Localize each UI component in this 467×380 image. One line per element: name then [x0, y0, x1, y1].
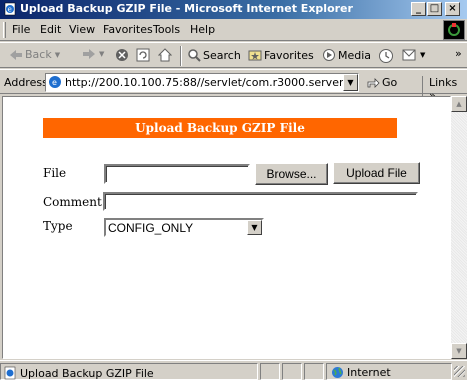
status-panel-1 — [260, 363, 280, 380]
mail-icon — [402, 49, 416, 61]
page-heading: Upload Backup GZIP File — [43, 118, 397, 138]
menu-view[interactable]: View — [69, 23, 95, 36]
forward-button[interactable]: ▼ — [82, 48, 104, 60]
media-button[interactable]: Media — [322, 48, 371, 62]
minimize-button[interactable]: _ — [411, 2, 426, 16]
toolbar-overflow[interactable]: » — [455, 47, 462, 60]
history-icon — [379, 49, 393, 63]
file-label: File — [43, 166, 67, 180]
back-dropdown-icon[interactable]: ▼ — [55, 51, 60, 59]
vertical-scrollbar[interactable]: ▲ ▼ — [451, 96, 467, 359]
stop-icon — [116, 49, 128, 61]
menu-favorites[interactable]: Favorites — [103, 23, 153, 36]
back-label: Back — [25, 48, 52, 61]
home-button[interactable] — [158, 48, 172, 62]
links-label: Links — [429, 76, 458, 89]
forward-dropdown-icon[interactable]: ▼ — [99, 50, 104, 58]
comment-input[interactable] — [103, 192, 418, 211]
address-bar: Address e http://200.10.100.75:88//servl… — [0, 69, 467, 102]
scroll-up-button[interactable]: ▲ — [451, 96, 467, 112]
media-label: Media — [338, 48, 372, 62]
status-zone-panel: Internet — [326, 363, 452, 380]
address-label: Address — [4, 76, 48, 89]
refresh-icon — [136, 48, 150, 62]
type-select-value: CONFIG_ONLY — [108, 221, 194, 235]
maximize-button[interactable]: □ — [427, 2, 442, 16]
menu-file[interactable]: File — [12, 23, 30, 36]
type-label: Type — [43, 219, 73, 233]
status-text: Upload Backup GZIP File — [20, 366, 154, 380]
ie-page-icon — [4, 366, 16, 380]
toolbar-separator — [180, 46, 182, 66]
standard-toolbar: Back ▼ ▼ Search Favorites Media ▼ » — [0, 42, 467, 68]
chevron-down-icon[interactable]: ▼ — [247, 220, 262, 235]
ie-logo-icon — [443, 20, 465, 40]
status-zone-wrap: Internet — [331, 366, 391, 379]
mail-dropdown-icon[interactable]: ▼ — [420, 51, 425, 59]
ie-page-icon: e — [3, 2, 17, 16]
media-icon — [323, 49, 335, 61]
resize-grip[interactable] — [454, 366, 465, 377]
back-arrow-icon — [10, 49, 22, 60]
ie-page-icon: e — [49, 76, 61, 88]
menu-tools[interactable]: Tools — [153, 23, 180, 36]
favorites-label: Favorites — [264, 48, 314, 62]
favorites-button[interactable]: Favorites — [248, 48, 314, 62]
status-bar: Upload Backup GZIP File Internet — [0, 360, 467, 380]
address-input[interactable]: e http://200.10.100.75:88//servlet/com.r… — [45, 73, 359, 92]
menu-help[interactable]: Help — [190, 23, 215, 36]
refresh-button[interactable] — [136, 48, 150, 62]
forward-arrow-icon — [83, 49, 95, 59]
go-label: Go — [382, 76, 398, 89]
go-arrow-icon — [367, 77, 380, 88]
upload-file-button[interactable]: Upload File — [333, 162, 420, 184]
internet-globe-icon — [332, 367, 343, 378]
search-icon — [188, 49, 201, 62]
home-icon — [158, 48, 172, 62]
search-label: Search — [203, 48, 241, 62]
status-text-wrap: Upload Backup GZIP File — [3, 366, 154, 380]
favorites-icon — [248, 50, 262, 61]
back-button[interactable]: Back ▼ — [9, 48, 60, 61]
stop-button[interactable] — [115, 48, 129, 62]
window-titlebar[interactable]: e Upload Backup GZIP File - Microsoft In… — [0, 0, 467, 19]
address-dropdown-button[interactable]: ▼ — [343, 74, 358, 91]
status-main-panel: Upload Backup GZIP File — [0, 363, 258, 380]
mail-button[interactable]: ▼ — [402, 48, 425, 62]
svg-text:e: e — [8, 6, 12, 14]
file-input[interactable] — [104, 164, 250, 184]
history-button[interactable] — [378, 48, 394, 64]
status-panel-3 — [304, 363, 324, 380]
status-panel-2 — [282, 363, 302, 380]
status-zone-text: Internet — [347, 366, 391, 379]
menu-bar: File Edit View Favorites Tools Help — [0, 19, 467, 41]
search-button[interactable]: Search — [187, 48, 241, 62]
window-title: Upload Backup GZIP File - Microsoft Inte… — [20, 2, 353, 15]
browse-button[interactable]: Browse... — [255, 163, 328, 185]
menu-grip — [3, 22, 6, 38]
svg-text:e: e — [52, 78, 57, 87]
type-select[interactable]: CONFIG_ONLY ▼ — [104, 218, 264, 237]
go-button[interactable]: Go — [366, 76, 397, 89]
scroll-down-button[interactable]: ▼ — [451, 343, 467, 359]
comment-label: Comment — [43, 195, 102, 209]
menu-edit[interactable]: Edit — [40, 23, 61, 36]
page-content: Upload Backup GZIP File File Browse... U… — [2, 96, 451, 359]
close-button[interactable]: × — [445, 2, 460, 16]
address-url: http://200.10.100.75:88//servlet/com.r30… — [65, 76, 358, 89]
